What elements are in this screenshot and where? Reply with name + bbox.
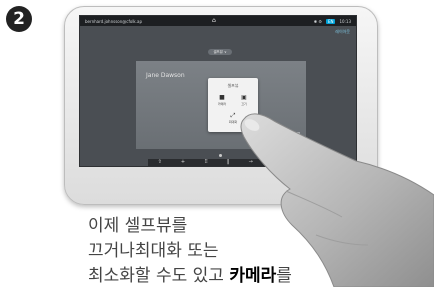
keypad-button[interactable]: ⠿ — [204, 160, 208, 165]
language-badge[interactable]: EN — [325, 18, 336, 24]
user-address: bernhard.johnsson@cfolk.ap — [85, 18, 143, 24]
clock: 10:13 — [339, 18, 351, 24]
caption-line-3-end: 를 — [276, 266, 292, 286]
home-icon[interactable]: ⌂ — [212, 17, 216, 24]
status-bar-right: ✱ ⚙ EN 10:13 — [314, 18, 351, 24]
instruction-caption: 이제 셀프뷰를 끄거나최대화 또는 최소화할 수도 있고 카메라를 — [88, 214, 292, 289]
caption-line-3-text: 최소화할 수도 있고 — [88, 266, 230, 286]
share-button[interactable]: ⇧ — [158, 160, 162, 165]
status-bar: bernhard.johnsson@cfolk.ap ⌂ ✱ ⚙ EN 10:1… — [80, 16, 356, 26]
caption-line-1: 이제 셀프뷰를 — [88, 216, 188, 236]
layout-link[interactable]: 레이아웃 — [335, 29, 350, 35]
add-icon: + — [180, 159, 186, 165]
add-button[interactable]: + — [181, 160, 185, 165]
settings-icons[interactable]: ✱ ⚙ — [314, 19, 322, 24]
selfview-tab[interactable]: 셀프뷰 ∨ — [208, 49, 232, 55]
remote-participant-name: Jane Dawson — [146, 72, 185, 79]
selfview-menu-title: 셀프뷰 — [227, 83, 239, 88]
caption-line-3: 최소화할 수도 있고 카메라를 — [88, 264, 292, 289]
keypad-icon: ⠿ — [204, 159, 208, 165]
caption-camera-keyword: 카메라 — [229, 266, 277, 286]
step-number-badge: 2 — [6, 6, 32, 32]
caption-line-2: 끄거나최대화 또는 — [88, 241, 219, 261]
share-icon: ⇧ — [157, 159, 162, 165]
